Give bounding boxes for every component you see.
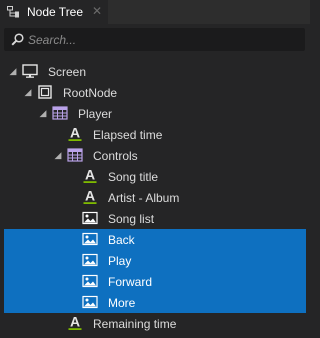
- image-icon: [82, 253, 98, 267]
- tree-node-label: RootNode: [63, 86, 118, 100]
- empty-node-icon: [38, 85, 52, 99]
- close-icon[interactable]: ✕: [91, 4, 103, 18]
- image-icon: [82, 211, 98, 225]
- search-box: [4, 28, 305, 51]
- tree-node[interactable]: Song list: [4, 208, 306, 229]
- image-icon: [82, 232, 98, 246]
- tree-node[interactable]: ◢ Screen: [4, 61, 306, 82]
- svg-text:A: A: [85, 189, 95, 204]
- tree-node[interactable]: A Remaining time: [4, 313, 306, 334]
- search-input[interactable]: [28, 31, 298, 48]
- tree-node-label: Song list: [108, 212, 155, 226]
- svg-text:A: A: [85, 168, 95, 183]
- tree-node[interactable]: A Song title: [4, 166, 306, 187]
- tab-node-tree[interactable]: Node Tree ✕: [0, 0, 108, 24]
- tree-node-label: Elapsed time: [93, 128, 163, 142]
- text-block-icon: A: [68, 315, 82, 330]
- expanded-arrow-icon[interactable]: ◢: [37, 107, 49, 119]
- panel-tab-bar: Node Tree ✕: [0, 0, 310, 24]
- tree-node[interactable]: Back: [4, 229, 306, 250]
- tree-node-label: Forward: [108, 275, 153, 289]
- svg-text:A: A: [70, 315, 80, 330]
- tree-node-label: Song title: [108, 170, 159, 184]
- text-block-icon: A: [68, 126, 82, 141]
- image-icon: [82, 295, 98, 309]
- image-icon: [82, 274, 98, 288]
- tree-node[interactable]: More: [4, 292, 306, 313]
- svg-text:A: A: [70, 126, 80, 141]
- tree-node-label: Artist - Album: [108, 191, 180, 205]
- tree-node-label: More: [108, 296, 136, 310]
- grid-layout-icon: [52, 106, 68, 120]
- tab-title: Node Tree: [27, 5, 84, 19]
- tree-node[interactable]: Forward: [4, 271, 306, 292]
- tree-node-label: Player: [78, 107, 113, 121]
- tree-node[interactable]: ◢ Player: [4, 103, 306, 124]
- tree-node-label: Remaining time: [93, 317, 177, 331]
- search-icon: [11, 33, 24, 46]
- expanded-arrow-icon[interactable]: ◢: [7, 65, 19, 77]
- expanded-arrow-icon[interactable]: ◢: [52, 149, 64, 161]
- tree-node-label: Back: [108, 233, 135, 247]
- tree-node-label: Play: [108, 254, 132, 268]
- tree-node[interactable]: Play: [4, 250, 306, 271]
- tree-node[interactable]: A Artist - Album: [4, 187, 306, 208]
- tree-node[interactable]: ◢ Controls: [4, 145, 306, 166]
- node-tree-icon: [7, 6, 19, 18]
- tree-node-label: Controls: [93, 149, 138, 163]
- text-block-icon: A: [83, 189, 97, 204]
- tree-node[interactable]: A Elapsed time: [4, 124, 306, 145]
- tree-node[interactable]: ◢ RootNode: [4, 82, 306, 103]
- screen-icon: [22, 64, 38, 78]
- grid-layout-icon: [67, 148, 83, 162]
- expanded-arrow-icon[interactable]: ◢: [22, 86, 34, 98]
- tree-node-label: Screen: [48, 65, 87, 79]
- text-block-icon: A: [83, 168, 97, 183]
